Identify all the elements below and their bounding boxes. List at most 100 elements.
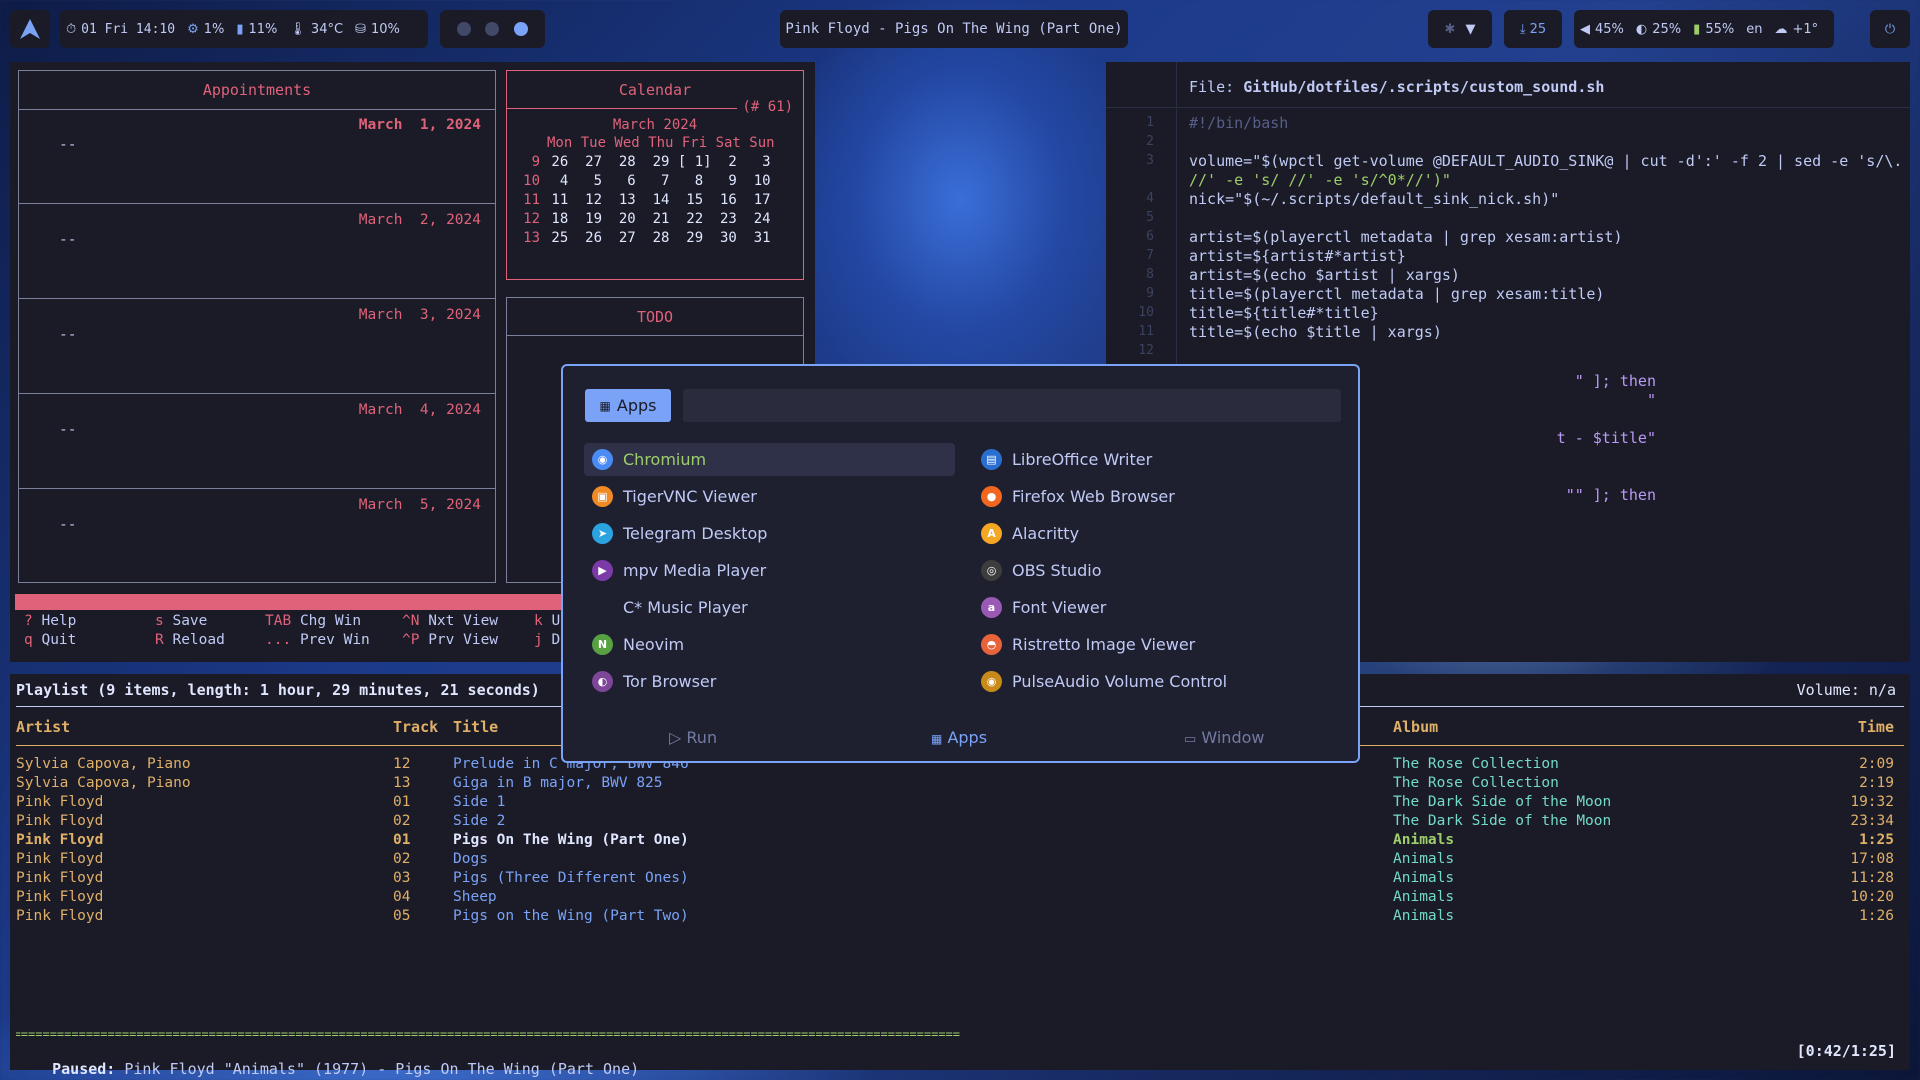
wifi-icon[interactable]: ▼ xyxy=(1465,22,1475,37)
app-item[interactable]: ▤ LibreOffice Writer xyxy=(973,443,1344,476)
keybinding: q Quit xyxy=(24,632,76,648)
calendar-count: (# 61) xyxy=(740,99,795,115)
app-name: Alacritty xyxy=(1012,524,1080,543)
app-item[interactable]: a Font Viewer xyxy=(973,591,1344,624)
appointment-day[interactable]: March 2, 2024 -- xyxy=(19,204,495,299)
power-icon: ⏻ xyxy=(1884,21,1896,37)
temperature-text: 34°C xyxy=(310,21,344,37)
app-name: Tor Browser xyxy=(623,672,717,691)
search-input[interactable] xyxy=(683,389,1341,422)
mode-run[interactable]: ▷ Run xyxy=(669,728,717,747)
app-name: TigerVNC Viewer xyxy=(623,487,757,506)
appointment-day[interactable]: March 1, 2024 -- xyxy=(19,109,495,204)
playlist-row[interactable]: Pink Floyd 04 Sheep Animals 10:20 xyxy=(16,889,1904,908)
playlist-row[interactable]: Sylvia Capova, Piano 13 Giga in B major, B… xyxy=(16,775,1904,794)
mode-window[interactable]: ▭ Window xyxy=(1184,728,1264,747)
brightness-text: 25% xyxy=(1652,21,1682,37)
week-days[interactable]: 18 19 20 21 22 23 24 xyxy=(543,211,770,227)
mode-badge[interactable]: ▦ Apps xyxy=(585,389,671,422)
brightness-icon[interactable]: ◐ xyxy=(1636,22,1647,37)
row-time: 19:32 xyxy=(1850,794,1894,810)
col-title[interactable]: Title xyxy=(453,718,498,736)
system-stats: ⏱ 01 Fri 14:10 ⚙ 1% ▮ 11% 🌡 34°C ⛁ 10% xyxy=(60,10,428,48)
appointment-entry: -- xyxy=(59,137,77,153)
app-icon: ◉ xyxy=(981,671,1002,692)
keybinding: k U xyxy=(534,613,560,629)
col-album[interactable]: Album xyxy=(1393,718,1438,736)
app-item[interactable]: ◉ Chromium xyxy=(584,443,955,476)
now-playing[interactable]: Pink Floyd - Pigs On The Wing (Part One) xyxy=(780,10,1128,48)
app-item[interactable]: ◎ OBS Studio xyxy=(973,554,1344,587)
app-item[interactable]: ◉ PulseAudio Volume Control xyxy=(973,665,1344,698)
row-title: Pigs On The Wing (Part One) xyxy=(453,832,689,848)
app-item[interactable]: ◓ Ristretto Image Viewer xyxy=(973,628,1344,661)
app-item[interactable]: ▶ mpv Media Player xyxy=(584,554,955,587)
workspace-2[interactable] xyxy=(485,22,500,36)
row-album: Animals xyxy=(1393,889,1455,905)
week-days[interactable]: 11 12 13 14 15 16 17 xyxy=(543,192,770,208)
app-item[interactable]: C* Music Player xyxy=(584,591,955,624)
row-time: 2:19 xyxy=(1859,775,1894,791)
playlist-row-playing[interactable]: Pink Floyd 01 Pigs On The Wing (Part One) A… xyxy=(16,832,1904,851)
key-label: Help xyxy=(41,613,77,629)
app-name: Firefox Web Browser xyxy=(1012,487,1175,506)
week-days[interactable]: 4 5 6 7 8 9 10 xyxy=(543,173,771,189)
workspace-3-active[interactable] xyxy=(513,22,528,36)
mode-apps[interactable]: ▦ Apps xyxy=(931,728,987,747)
bluetooth-icon[interactable]: ✱ xyxy=(1445,22,1456,37)
calendar-weekday-header: Mon Tue Wed Thu Fri Sat Sun xyxy=(547,135,775,151)
week-number: 9 xyxy=(531,154,540,170)
app-name: Neovim xyxy=(623,635,685,654)
app-item[interactable]: ◐ Tor Browser xyxy=(584,665,955,698)
row-album: The Rose Collection xyxy=(1393,775,1559,791)
app-item[interactable]: A Alacritty xyxy=(973,517,1344,550)
progress-bar[interactable]: ========================================… xyxy=(16,1029,1904,1039)
status-widgets: ◀ 45% ◐ 25% ▮ 55% en ☁ +1° xyxy=(1574,10,1834,48)
key-label: D xyxy=(551,632,561,648)
app-item[interactable]: ● Firefox Web Browser xyxy=(973,480,1344,513)
row-time: 17:08 xyxy=(1850,851,1894,867)
appointment-day[interactable]: March 5, 2024 -- xyxy=(19,489,495,584)
key: ? xyxy=(24,613,33,629)
updates-widget[interactable]: ⤓ 25 xyxy=(1504,10,1562,48)
col-artist[interactable]: Artist xyxy=(16,718,70,736)
keybinding: j D xyxy=(534,632,560,648)
progress-fill: ========================================… xyxy=(16,1029,960,1039)
playlist-info: Playlist (9 items, length: 1 hour, 29 mi… xyxy=(16,681,540,699)
keybinding: R Reload xyxy=(155,632,225,648)
playlist-row[interactable]: Pink Floyd 01 Side 1 The Dark Side of the M… xyxy=(16,794,1904,813)
week-days[interactable]: 26 27 28 29 [ 1] 2 3 xyxy=(543,154,770,170)
playlist-row[interactable]: Pink Floyd 02 Side 2 The Dark Side of the M… xyxy=(16,813,1904,832)
calendar-title: Calendar xyxy=(618,81,692,99)
line-number: 3 xyxy=(1146,153,1154,168)
app-item[interactable]: N Neovim xyxy=(584,628,955,661)
row-track: 13 xyxy=(393,775,411,791)
line-number: 11 xyxy=(1138,324,1154,339)
appointment-date: March 5, 2024 xyxy=(358,497,481,513)
keyboard-layout[interactable]: en xyxy=(1746,22,1762,37)
power-button[interactable]: ⏻ xyxy=(1870,10,1910,48)
row-track: 12 xyxy=(393,756,411,772)
col-track[interactable]: Track xyxy=(393,718,438,736)
app-icon: ◐ xyxy=(592,671,613,692)
network-tray[interactable]: ✱ ▼ xyxy=(1428,10,1492,48)
launcher-logo-button[interactable] xyxy=(10,10,50,48)
playlist-row[interactable]: Pink Floyd 03 Pigs (Three Different Ones) A… xyxy=(16,870,1904,889)
row-artist: Sylvia Capova, Piano xyxy=(16,775,191,791)
appointment-day[interactable]: March 3, 2024 -- xyxy=(19,299,495,394)
clock-icon: ⏱ xyxy=(66,21,77,37)
playlist-row[interactable]: Pink Floyd 02 Dogs Animals 17:08 xyxy=(16,851,1904,870)
key: ^N xyxy=(402,613,420,629)
app-item[interactable]: ▣ TigerVNC Viewer xyxy=(584,480,955,513)
app-item[interactable]: ➤ Telegram Desktop xyxy=(584,517,955,550)
status-label: Paused: xyxy=(52,1060,116,1078)
launcher-footer: ▷ Run ▦ Apps ▭ Window xyxy=(563,728,1358,752)
appointment-day[interactable]: March 4, 2024 -- xyxy=(19,394,495,489)
workspace-1[interactable] xyxy=(457,22,472,36)
week-days[interactable]: 25 26 27 28 29 30 31 xyxy=(543,230,770,246)
row-title: Pigs (Three Different Ones) xyxy=(453,870,689,886)
col-time[interactable]: Time xyxy=(1858,718,1894,736)
playlist-row[interactable]: Pink Floyd 05 Pigs on the Wing (Part Two) A… xyxy=(16,908,1904,927)
speaker-icon[interactable]: ◀ xyxy=(1580,22,1590,37)
week-number: 10 xyxy=(523,173,540,189)
